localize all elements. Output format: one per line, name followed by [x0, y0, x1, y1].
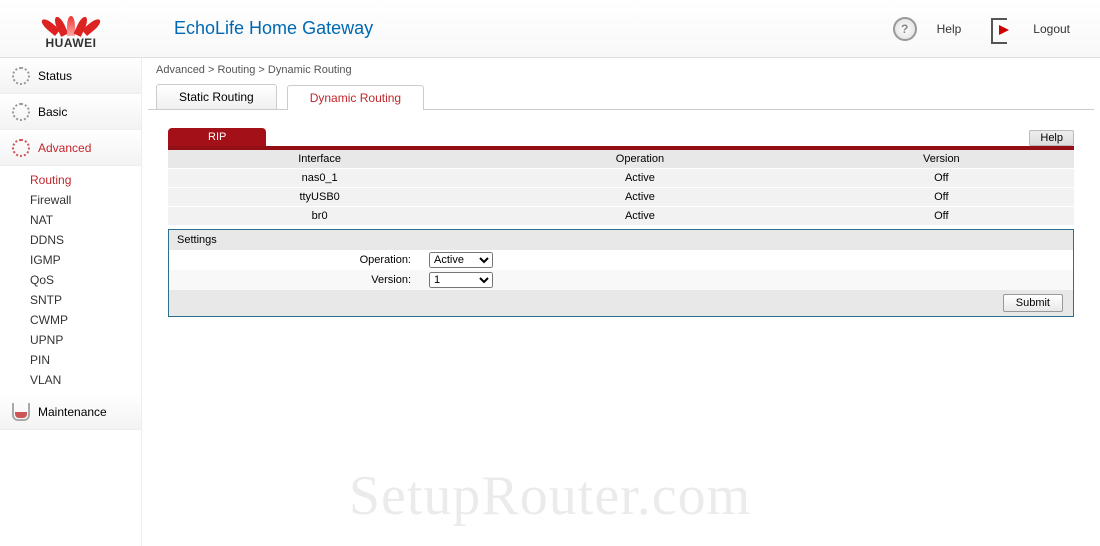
watermark: SetupRouter.com — [0, 464, 1100, 528]
version-select[interactable]: 1 — [429, 272, 493, 288]
panel-help-button[interactable]: Help — [1029, 130, 1074, 146]
huawei-flower-icon — [51, 8, 91, 36]
sidebar-sub-igmp[interactable]: IGMP — [30, 250, 141, 270]
sidebar-item-maintenance[interactable]: Maintenance — [0, 394, 141, 430]
gear-icon — [12, 103, 30, 121]
content: Advanced > Routing > Dynamic Routing Sta… — [142, 58, 1100, 317]
sidebar-label-advanced: Advanced — [38, 141, 91, 155]
settings-title: Settings — [169, 230, 1073, 250]
app-title: EchoLife Home Gateway — [142, 18, 893, 39]
sidebar: Status Basic Advanced Routing Firewall N… — [0, 58, 142, 546]
breadcrumb: Advanced > Routing > Dynamic Routing — [148, 58, 1094, 82]
sidebar-label-basic: Basic — [38, 105, 67, 119]
help-link[interactable]: Help — [937, 22, 962, 36]
tab-bar: Static Routing Dynamic Routing — [148, 84, 1094, 110]
sidebar-item-advanced[interactable]: Advanced — [0, 130, 141, 166]
sidebar-submenu: Routing Firewall NAT DDNS IGMP QoS SNTP … — [0, 166, 141, 394]
table-row[interactable]: ttyUSB0 Active Off — [168, 188, 1074, 207]
brand-text: HUAWEI — [46, 36, 97, 50]
sidebar-label-maintenance: Maintenance — [38, 405, 107, 419]
table-row[interactable]: br0 Active Off — [168, 207, 1074, 226]
rip-table: Interface Operation Version nas0_1 Activ… — [168, 150, 1074, 225]
sidebar-sub-routing[interactable]: Routing — [30, 170, 141, 190]
header: HUAWEI EchoLife Home Gateway ? Help Logo… — [0, 0, 1100, 58]
sidebar-sub-sntp[interactable]: SNTP — [30, 290, 141, 310]
settings-box: Settings Operation: Active Version: 1 Su… — [168, 229, 1074, 317]
sidebar-sub-pin[interactable]: PIN — [30, 350, 141, 370]
operation-select[interactable]: Active — [429, 252, 493, 268]
gear-icon — [12, 67, 30, 85]
col-operation: Operation — [471, 150, 808, 169]
logout-link[interactable]: Logout — [1033, 22, 1070, 36]
tab-static-routing[interactable]: Static Routing — [156, 84, 277, 109]
version-label: Version: — [169, 274, 429, 286]
sidebar-sub-ddns[interactable]: DDNS — [30, 230, 141, 250]
sidebar-sub-cwmp[interactable]: CWMP — [30, 310, 141, 330]
rip-panel: RIP Help Interface Operation Version nas… — [168, 128, 1074, 317]
panel-title: RIP — [168, 128, 266, 146]
sidebar-item-basic[interactable]: Basic — [0, 94, 141, 130]
sidebar-sub-nat[interactable]: NAT — [30, 210, 141, 230]
sidebar-sub-firewall[interactable]: Firewall — [30, 190, 141, 210]
help-icon[interactable]: ? — [893, 17, 917, 41]
gear-icon — [12, 139, 30, 157]
submit-button[interactable]: Submit — [1003, 294, 1063, 312]
sidebar-sub-vlan[interactable]: VLAN — [30, 370, 141, 390]
brand-logo: HUAWEI — [0, 8, 142, 50]
tab-dynamic-routing[interactable]: Dynamic Routing — [287, 85, 424, 110]
table-row[interactable]: nas0_1 Active Off — [168, 169, 1074, 188]
logout-icon[interactable] — [991, 18, 1013, 40]
operation-label: Operation: — [169, 254, 429, 266]
sidebar-label-status: Status — [38, 69, 72, 83]
col-version: Version — [809, 150, 1074, 169]
sidebar-item-status[interactable]: Status — [0, 58, 141, 94]
sidebar-sub-upnp[interactable]: UPNP — [30, 330, 141, 350]
sidebar-sub-qos[interactable]: QoS — [30, 270, 141, 290]
col-interface: Interface — [168, 150, 471, 169]
flask-icon — [12, 403, 30, 421]
